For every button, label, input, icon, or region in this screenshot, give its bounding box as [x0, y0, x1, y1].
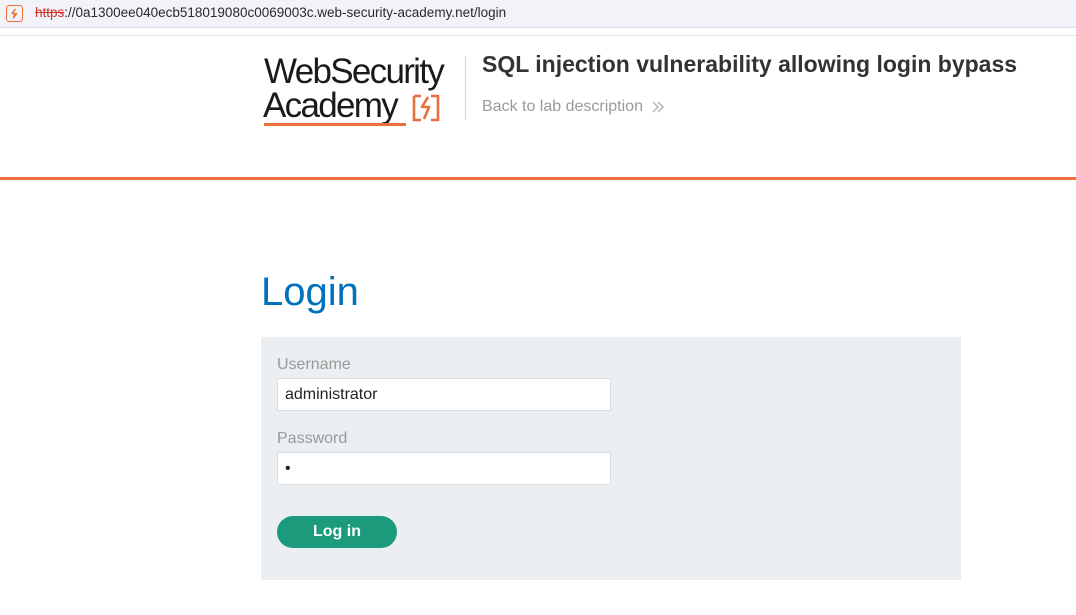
back-to-lab-description-link[interactable]: Back to lab description: [482, 98, 665, 116]
password-label: Password: [277, 430, 348, 447]
header-separator: [465, 56, 466, 120]
address-bar[interactable]: https://0a1300ee040ecb518019080c0069003c…: [0, 0, 1076, 28]
page-title: Login: [261, 270, 359, 314]
url-path: ://0a1300ee040ecb518019080c0069003c.web-…: [64, 5, 507, 20]
logo-bolt-icon: [412, 94, 440, 122]
back-link-label: Back to lab description: [482, 98, 643, 115]
site-bolt-icon[interactable]: [6, 5, 23, 22]
username-input[interactable]: administrator: [277, 378, 611, 411]
web-security-academy-logo[interactable]: WebSecurity Academy: [262, 52, 462, 132]
login-form: Username administrator Password • Log in: [261, 337, 961, 580]
logo-text-line2: Academy: [263, 86, 399, 125]
double-chevron-right-icon: [652, 101, 664, 113]
lab-title: SQL injection vulnerability allowing log…: [482, 51, 1018, 77]
username-label: Username: [277, 356, 351, 373]
url-protocol: https: [35, 5, 65, 20]
logo-text-line1: WebSecurity: [264, 52, 445, 91]
toolbar-divider: [0, 35, 1076, 36]
logo-underline: [264, 123, 406, 126]
url-text[interactable]: https://0a1300ee040ecb518019080c0069003c…: [35, 5, 506, 20]
log-in-button[interactable]: Log in: [277, 516, 397, 548]
header-orange-rule: [0, 177, 1076, 180]
password-input[interactable]: •: [277, 452, 611, 485]
